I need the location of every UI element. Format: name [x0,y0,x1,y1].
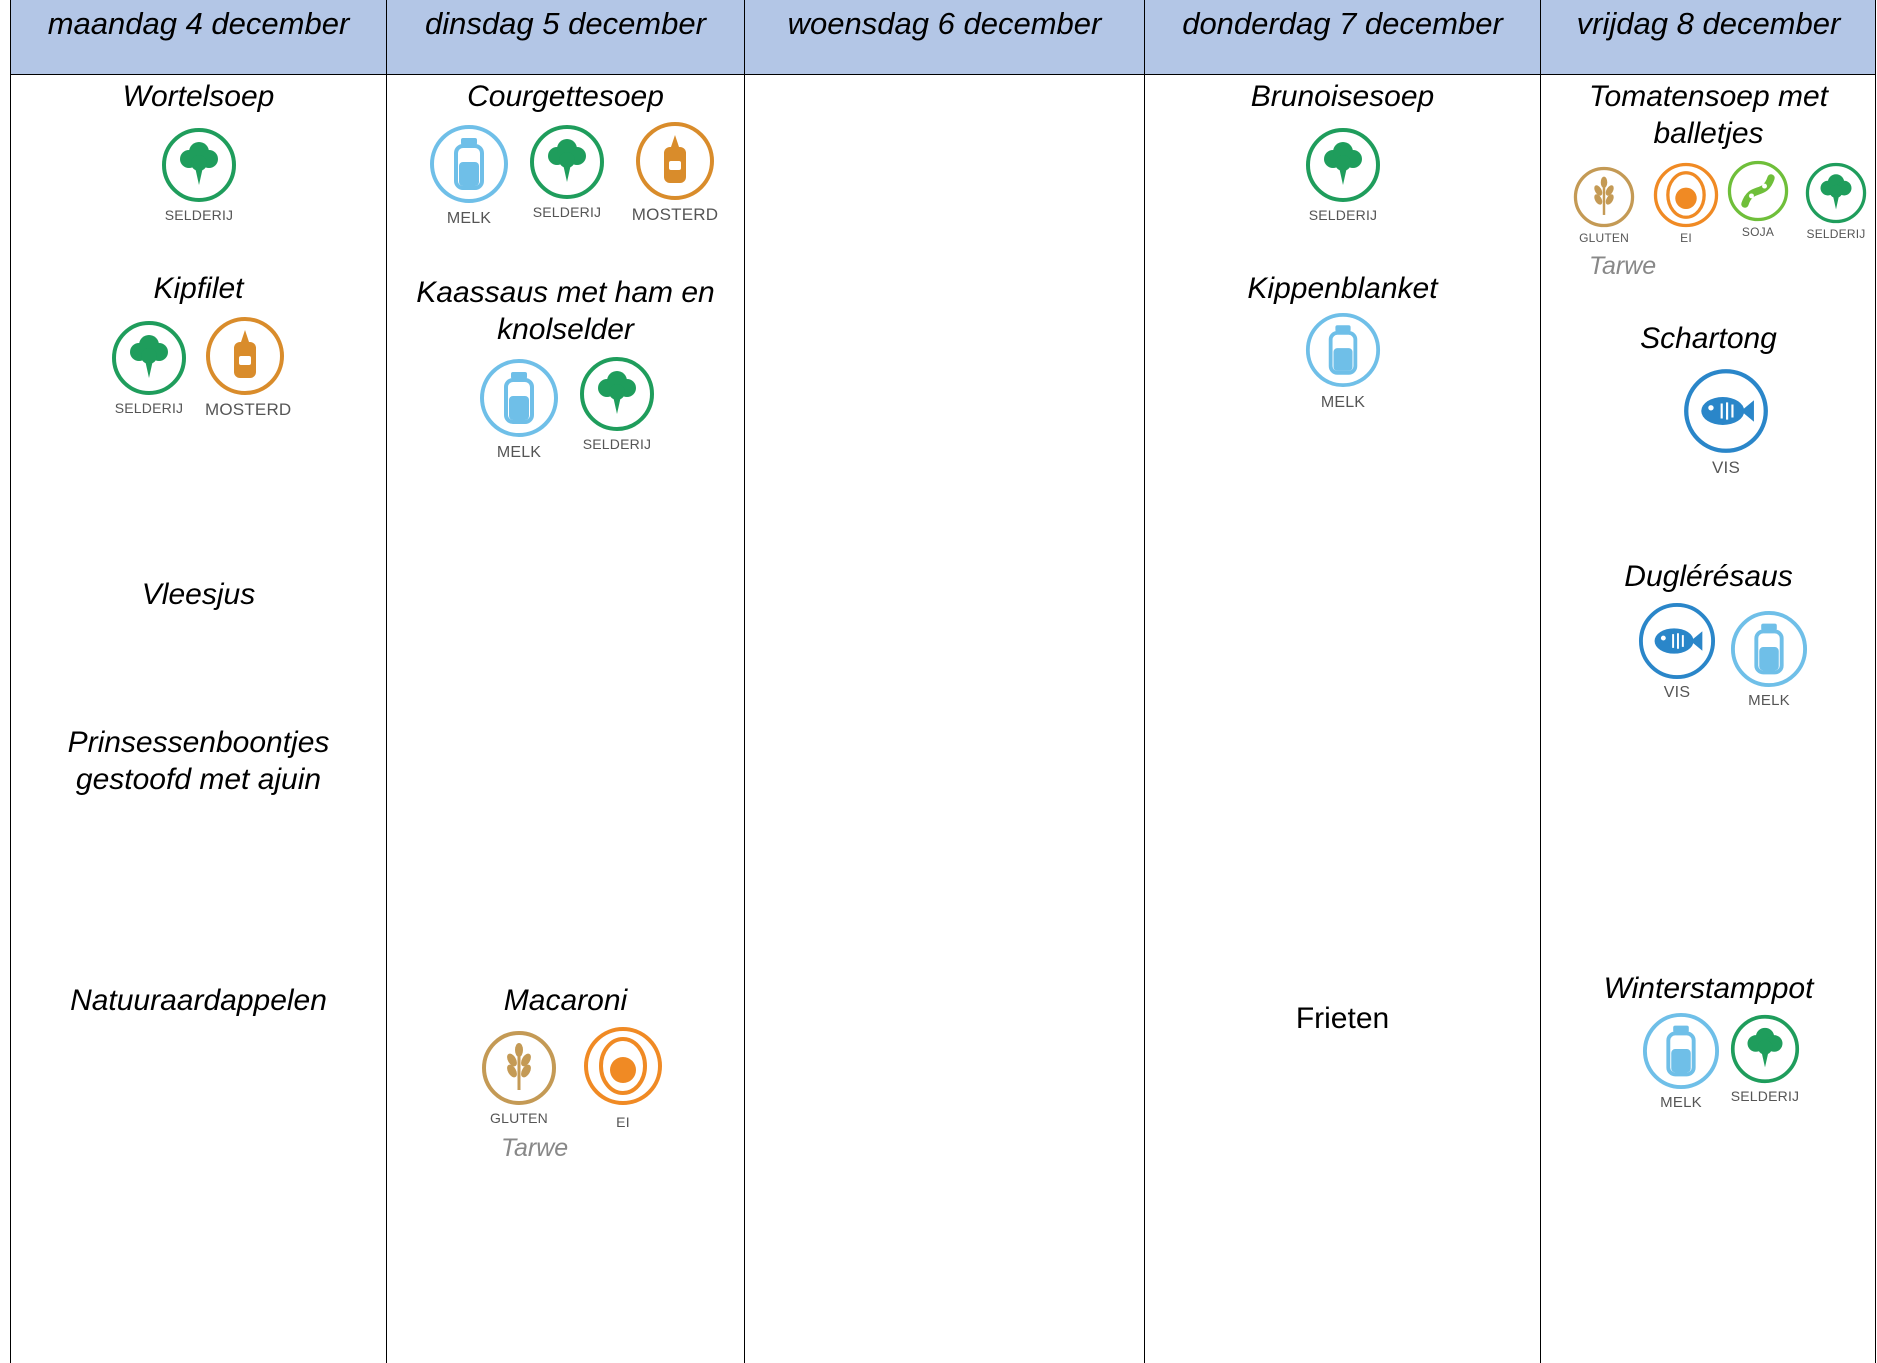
egg-icon [1653,162,1719,228]
tuesday-side: Macaroni [503,984,628,1017]
allergen-selderij: SELDERIJ [527,124,607,220]
monday-soup: Wortelsoep [122,80,275,113]
allergen-melk: MELK [479,358,559,462]
friday-soup-line2: balletjes [1653,117,1764,150]
thursday-soup: Brunoisesoep [1250,80,1435,113]
friday-soup-note: Tarwe [1589,252,1657,280]
day-header-monday: maandag 4 december [47,6,350,41]
broccoli-icon [112,321,186,395]
allergen-melk: MELK [429,124,509,228]
thursday-main: Kippenblanket [1247,272,1438,305]
mustard-bottle-icon [636,122,714,200]
allergen-selderij: SELDERIJ [1801,162,1871,241]
allergen-melk: MELK [1729,610,1809,709]
soybean-icon [1727,160,1789,222]
allergen-selderij: SELDERIJ [1725,1014,1805,1104]
allergen-ei: EI [583,1026,663,1130]
allergen-vis: VIS [1637,602,1717,702]
milk-bottle-icon [1642,1012,1720,1090]
tuesday-side-note: Tarwe [501,1134,569,1162]
broccoli-icon [530,125,604,199]
allergen-ei: EI [1651,162,1721,245]
column-divider [1144,0,1145,1363]
tuesday-main: Kaassaus met ham en knolselder [387,274,744,348]
broccoli-icon [1730,1014,1800,1084]
broccoli-icon [1805,162,1867,224]
monday-vegetable: Prinsessenboontjes gestoofd met ajuin [11,724,386,798]
friday-side: Winterstamppot [1603,972,1814,1005]
milk-bottle-icon [1305,312,1381,388]
allergen-selderij: SELDERIJ [159,127,239,223]
allergen-mosterd: MOSTERD [627,121,723,225]
column-divider [386,0,387,1363]
egg-icon [584,1027,662,1105]
allergen-selderij: SELDERIJ [1303,127,1383,223]
column-divider [1540,0,1541,1363]
milk-bottle-icon [480,359,558,437]
allergen-gluten: GLUTEN [1569,166,1639,245]
allergen-melk: MELK [1641,1012,1721,1111]
monday-sauce: Vleesjus [141,578,256,611]
wheat-icon [1573,166,1635,228]
broccoli-icon [1306,128,1380,202]
day-header-friday: vrijdag 8 december [1576,6,1841,41]
tuesday-soup: Courgettesoep [467,80,664,113]
allergen-gluten: GLUTEN [479,1030,559,1126]
friday-main: Schartong [1640,322,1777,355]
friday-sauce: Duglérésaus [1624,560,1793,593]
broccoli-icon [580,357,654,431]
allergen-selderij: SELDERIJ [577,356,657,452]
monday-vegetable-line2: gestoofd met ajuin [75,763,322,796]
fish-icon [1638,602,1716,680]
monday-side: Natuuraardappelen [70,984,327,1017]
friday-soup: Tomatensoep met balletjes [1541,78,1876,152]
allergen-selderij: SELDERIJ [109,320,189,416]
milk-bottle-icon [1730,610,1808,688]
column-divider [744,0,745,1363]
thursday-side: Frieten [1295,1002,1390,1035]
milk-bottle-icon [430,125,508,203]
day-header-thursday: donderdag 7 december [1182,6,1503,41]
menu-table: maandag 4 december dinsdag 5 december wo… [10,0,1876,1363]
allergen-mosterd: MOSTERD [205,316,291,420]
broccoli-icon [162,128,236,202]
allergen-soja: SOJA [1723,160,1793,239]
tuesday-main-line1: Kaassaus met ham en [416,276,715,309]
tuesday-main-line2: knolselder [497,313,634,346]
fish-icon [1684,369,1768,453]
day-header-tuesday: dinsdag 5 december [425,6,706,41]
monday-vegetable-line1: Prinsessenboontjes [67,726,330,759]
wheat-icon [482,1031,556,1105]
day-header-wednesday: woensdag 6 december [787,6,1102,41]
monday-main: Kipfilet [153,272,244,305]
allergen-melk: MELK [1303,312,1383,412]
mustard-bottle-icon [206,317,284,395]
friday-soup-line1: Tomatensoep met [1588,80,1829,113]
allergen-vis: VIS [1683,368,1769,478]
